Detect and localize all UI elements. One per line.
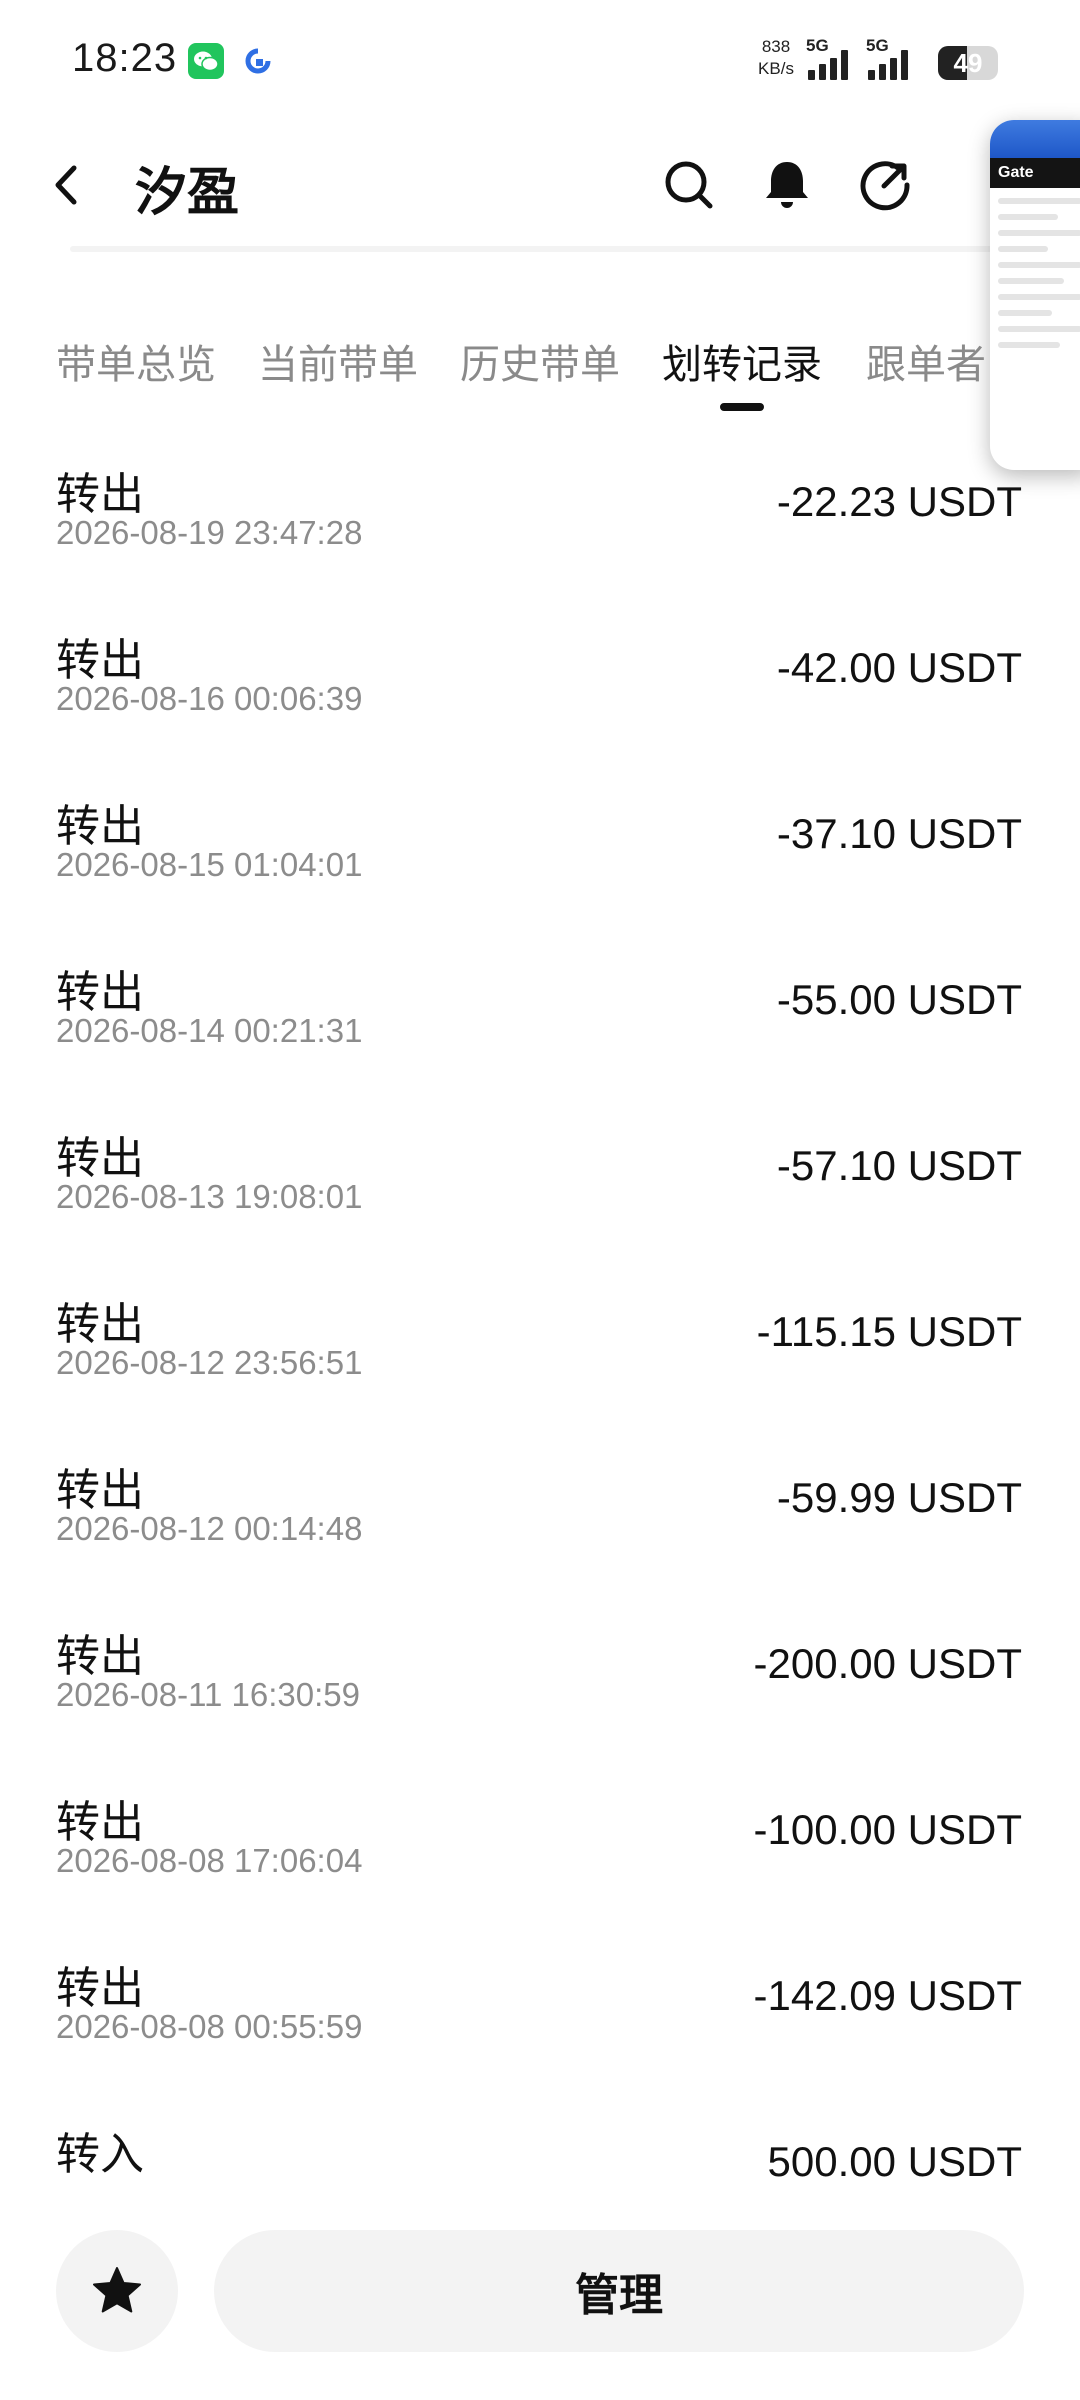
manage-button[interactable]: 管理: [214, 2230, 1024, 2352]
record-time: 2026-08-11 16:30:59: [56, 1676, 360, 1713]
list-item[interactable]: 转出 2026-08-08 17:06:04 -100.00 USDT: [0, 1768, 1080, 1934]
list-item[interactable]: 转出 2026-08-14 00:21:31 -55.00 USDT: [0, 938, 1080, 1104]
speed-unit: KB/s: [758, 59, 794, 78]
speed-value: 838: [761, 37, 791, 56]
record-time: 2026-08-08 00:55:59: [56, 2008, 363, 2045]
battery-level: 49: [953, 48, 983, 78]
preview-status-strip: [990, 120, 1080, 158]
record-time: 2026-08-12 00:14:48: [56, 1510, 363, 1547]
record-type: 转出: [56, 1798, 144, 1847]
header-divider: [70, 246, 1010, 252]
tab-transfer-records[interactable]: 划转记录: [662, 332, 822, 390]
list-item[interactable]: 转出 2026-08-12 00:14:48 -59.99 USDT: [0, 1436, 1080, 1602]
record-type: 转出: [56, 1964, 144, 2013]
favorite-button[interactable]: [56, 2230, 178, 2352]
tab-current-orders[interactable]: 当前带单: [258, 332, 418, 390]
status-bar: 18:23 838 KB/s 5G 5G 49: [0, 0, 1080, 120]
search-button[interactable]: [658, 154, 720, 216]
record-amount: -42.00 USDT: [776, 644, 1022, 691]
record-type: 转出: [56, 1632, 144, 1681]
record-type: 转出: [56, 470, 144, 519]
back-icon: [55, 165, 77, 205]
network-speed: 838 KB/s: [752, 36, 800, 80]
list-item[interactable]: 转出 2026-08-08 00:55:59 -142.09 USDT: [0, 1934, 1080, 2100]
list-item[interactable]: 转出 2026-08-13 19:08:01 -57.10 USDT: [0, 1104, 1080, 1270]
record-amount: -100.00 USDT: [753, 1806, 1022, 1853]
record-amount: 500.00 USDT: [767, 2138, 1022, 2185]
share-icon: [860, 161, 910, 211]
preview-line: [998, 214, 1058, 220]
record-time: 2026-08-15 01:04:01: [56, 846, 363, 883]
page-title: 汐盈: [135, 164, 240, 222]
record-type: 转入: [56, 2130, 144, 2179]
preview-line: [998, 198, 1080, 204]
record-type: 转出: [56, 968, 144, 1017]
record-amount: -200.00 USDT: [753, 1640, 1022, 1687]
record-amount: -142.09 USDT: [753, 1972, 1022, 2019]
back-button[interactable]: [44, 158, 88, 212]
record-type: 转出: [56, 1300, 144, 1349]
record-amount: -59.99 USDT: [776, 1474, 1022, 1521]
record-time: 2026-08-19 23:47:28: [56, 514, 363, 551]
list-item[interactable]: 转出 2026-08-11 16:30:59 -200.00 USDT: [0, 1602, 1080, 1768]
record-type: 转出: [56, 802, 144, 851]
bell-icon: [766, 162, 808, 208]
record-amount: -55.00 USDT: [776, 976, 1022, 1023]
app-icon: [240, 43, 276, 79]
search-icon: [665, 161, 713, 209]
preview-line: [998, 262, 1080, 268]
record-time: 2026-08-08 17:06:04: [56, 1842, 363, 1879]
record-amount: -37.10 USDT: [776, 810, 1022, 857]
preview-line: [998, 278, 1064, 284]
list-item[interactable]: 转出 2026-08-16 00:06:39 -42.00 USDT: [0, 606, 1080, 772]
star-icon: [93, 2267, 141, 2313]
signal-icon: [868, 50, 908, 80]
record-type: 转出: [56, 636, 144, 685]
share-button[interactable]: [854, 154, 916, 216]
transfer-record-list[interactable]: 转出 2026-08-19 23:47:28 -22.23 USDT 转出 20…: [0, 440, 1080, 2185]
preview-line: [998, 294, 1080, 300]
tab-bar: 带单总览 当前带单 历史带单 划转记录 跟单者: [0, 318, 1080, 418]
preview-line: [998, 230, 1080, 236]
preview-line: [998, 246, 1048, 252]
preview-line: [998, 310, 1052, 316]
list-item[interactable]: 转入 500.00 USDT: [0, 2100, 1080, 2185]
record-amount: -22.23 USDT: [776, 478, 1022, 525]
record-time: 2026-08-14 00:21:31: [56, 1012, 363, 1049]
tab-overview[interactable]: 带单总览: [56, 332, 216, 390]
record-time: 2026-08-13 19:08:01: [56, 1178, 363, 1215]
bottom-action-bar: 管理: [0, 2185, 1080, 2400]
battery-icon: 49: [938, 46, 998, 80]
wechat-icon: [188, 43, 224, 79]
notification-button[interactable]: [756, 154, 818, 216]
record-type: 转出: [56, 1134, 144, 1183]
status-time: 18:23: [72, 36, 178, 80]
list-item[interactable]: 转出 2026-08-15 01:04:01 -37.10 USDT: [0, 772, 1080, 938]
header: 汐盈: [0, 120, 1080, 250]
record-amount: -115.15 USDT: [756, 1308, 1022, 1355]
tab-history-orders[interactable]: 历史带单: [460, 332, 620, 390]
list-item[interactable]: 转出 2026-08-12 23:56:51 -115.15 USDT: [0, 1270, 1080, 1436]
record-time: 2026-08-16 00:06:39: [56, 680, 363, 717]
record-time: 2026-08-12 23:56:51: [56, 1344, 363, 1381]
record-type: 转出: [56, 1466, 144, 1515]
signal-icon: [808, 50, 848, 80]
active-tab-indicator: [720, 403, 764, 411]
record-amount: -57.10 USDT: [776, 1142, 1022, 1189]
list-item[interactable]: 转出 2026-08-19 23:47:28 -22.23 USDT: [0, 440, 1080, 606]
preview-brand: Gate: [990, 158, 1080, 188]
tab-followers[interactable]: 跟单者: [866, 332, 986, 390]
